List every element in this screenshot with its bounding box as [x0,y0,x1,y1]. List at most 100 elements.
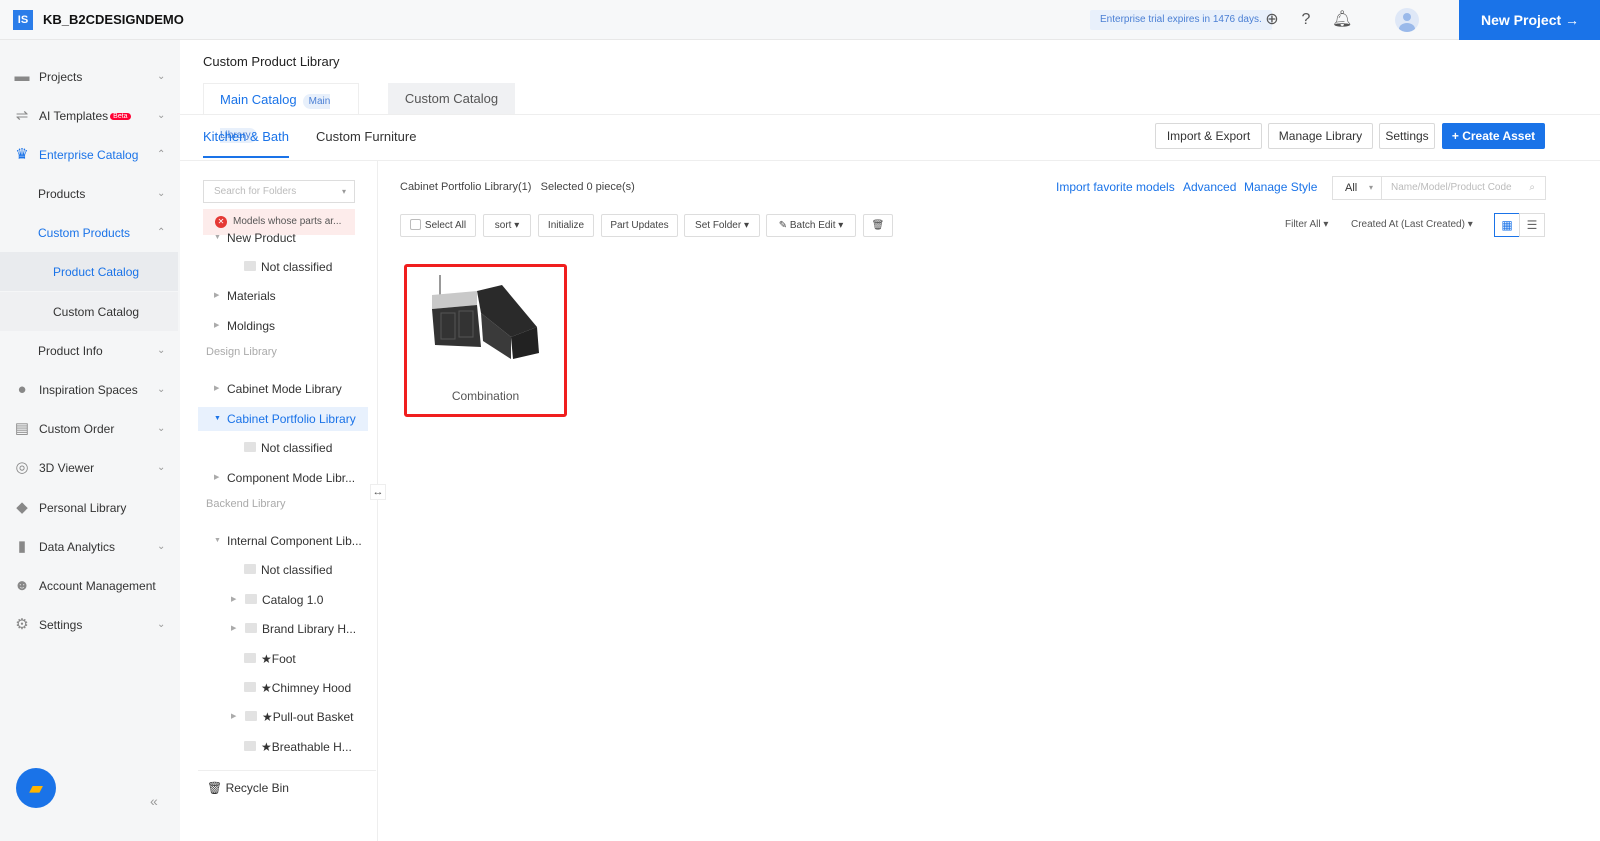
tree-folder[interactable]: ▶ Component Mode Libr... [198,466,368,490]
tree-folder[interactable]: ▶ Catalog 1.0 [198,588,368,612]
tree-folder[interactable]: Not classified [198,255,368,279]
expand-arrow-icon[interactable]: ▶ [231,617,236,641]
sidebar: ▬ Projects ⌄ ⇌ AI Templates Beta ⌄ ♛ Enterpris… [0,40,180,841]
expand-arrow-icon[interactable]: ▶ [214,314,219,338]
list-view-icon[interactable]: ☰ [1519,213,1545,237]
scope-select[interactable]: All ▾ [1332,176,1382,200]
user-icon: ☻ [14,576,30,594]
chat-button[interactable]: ▰ [16,768,56,808]
folder-icon [244,564,256,574]
subtab-custom-furniture[interactable]: Custom Furniture [316,129,416,144]
sidebar-item-projects[interactable]: ▬ Projects ⌄ [0,57,178,96]
tree-folder[interactable]: Not classified [198,558,368,582]
sidebar-item-personal-library[interactable]: ◆ Personal Library [0,488,178,527]
subtab-kitchen-bath[interactable]: Kitchen & Bath [203,129,289,158]
tree-folder[interactable]: ▼ Cabinet Portfolio Library [198,407,368,431]
sidebar-item-products[interactable]: Products ⌄ [0,174,178,213]
trial-badge: Enterprise trial expires in 1476 days. [1090,10,1272,30]
folder-icon [245,711,257,721]
sidebar-item-product-info[interactable]: Product Info ⌄ [0,331,178,370]
sidebar-item-product-catalog[interactable]: Product Catalog [0,252,178,291]
folder-icon [244,682,256,692]
sidebar-item-custom-products[interactable]: Custom Products ⌃ [0,213,178,252]
initialize-button[interactable]: Initialize [538,214,594,237]
sort-by-dropdown[interactable]: Created At (Last Created) ▾ [1351,219,1473,230]
sidebar-item-settings[interactable]: ⚙ Settings ⌄ [0,605,178,644]
sidebar-item-custom-order[interactable]: ▤ Custom Order ⌄ [0,409,178,448]
tree-folder[interactable]: ▶ Materials [198,284,368,308]
tree-folder[interactable]: ★Chimney Hood [198,676,368,700]
expand-arrow-icon[interactable]: ▶ [214,284,219,308]
tree-folder[interactable]: ★Foot [198,647,368,671]
import-favorite-link[interactable]: Import favorite models [1056,180,1175,194]
top-header: IS KB_B2CDESIGNDEMO Enterprise trial exp… [0,0,1600,40]
selected-count: Selected 0 piece(s) [540,181,635,193]
sort-button[interactable]: sort ▾ [483,214,531,237]
folder-icon [244,653,256,663]
import-export-button[interactable]: Import & Export [1155,123,1262,149]
tree-folder[interactable]: ▶ Moldings [198,314,368,338]
folder-icon [244,741,256,751]
tree-folder[interactable]: ▶ Brand Library H... [198,617,368,641]
sidebar-item-enterprise-catalog[interactable]: ♛ Enterprise Catalog ⌃ [0,135,178,174]
manage-library-button[interactable]: Manage Library [1268,123,1373,149]
filter-dropdown[interactable]: Filter All ▾ [1285,219,1328,230]
delete-button[interactable]: 🗑︎ [863,214,893,237]
sidebar-item-data-analytics[interactable]: ▮ Data Analytics ⌄ [0,527,178,566]
tree-section-label: Backend Library [198,492,368,516]
tree-label: New Product [227,231,296,245]
set-folder-button[interactable]: Set Folder ▾ [684,214,760,237]
product-name: Combination [451,389,520,403]
batch-edit-button[interactable]: ✎ Batch Edit ▾ [766,214,856,237]
sidebar-item-custom-catalog[interactable]: Custom Catalog [0,292,178,331]
expand-arrow-icon[interactable]: ▶ [231,705,236,729]
create-asset-button[interactable]: + Create Asset [1442,123,1545,149]
avatar[interactable] [1395,8,1419,32]
folder-search-input[interactable]: Search for Folders [203,180,355,203]
tree-folder[interactable]: ▶ Cabinet Mode Library [198,377,368,401]
tree-folder[interactable]: ★Breathable H... [198,735,368,759]
beta-badge: Beta [110,112,131,120]
product-card[interactable]: Combination [404,264,567,417]
gear-icon: ⚙ [15,615,29,633]
expand-arrow-icon[interactable]: ▼ [214,407,221,431]
sidebar-item-inspiration-spaces[interactable]: ● Inspiration Spaces ⌄ [0,370,178,409]
bell-icon[interactable]: 🔔︎ [1332,11,1352,29]
folder-icon [244,442,256,452]
product-search-input[interactable]: Name/Model/Product Code ⌕ [1381,176,1546,200]
settings-button[interactable]: Settings [1379,123,1435,149]
folder-icon: ▬ [14,67,30,85]
sidebar-item-3d-viewer[interactable]: ◎ 3D Viewer ⌄ [0,448,178,487]
tree-folder[interactable]: ▼ Internal Component Lib... [198,529,368,553]
new-project-button[interactable]: New Project → [1459,0,1600,40]
sidebar-item-account-management[interactable]: ☻ Account Management [0,566,178,605]
collapse-sidebar-icon[interactable]: « [150,793,158,809]
tree-label: Brand Library H... [262,622,357,636]
tree-folder[interactable]: ▶ ★Pull-out Basket [198,705,368,729]
sidebar-item-ai-templates[interactable]: ⇌ AI Templates Beta ⌄ [0,96,178,135]
divider [180,160,1600,161]
folder-icon [244,261,256,271]
expand-arrow-icon[interactable]: ▶ [214,377,219,401]
globe-icon[interactable]: ⊕ [1263,11,1281,29]
resize-handle[interactable]: ↔ [370,484,386,500]
tree-label: Not classified [261,563,333,577]
expand-arrow-icon[interactable]: ▶ [214,466,219,490]
part-updates-button[interactable]: Part Updates [601,214,678,237]
expand-arrow-icon[interactable]: ▼ [214,226,221,250]
tab-main-catalog[interactable]: Main Catalog Main Library [203,83,359,143]
expand-arrow-icon[interactable]: ▶ [231,588,236,612]
tree-folder[interactable]: ▼ New Product [198,226,368,250]
tab-custom-catalog[interactable]: Custom Catalog [388,83,515,115]
divider [180,114,1600,115]
advanced-link[interactable]: Advanced [1183,180,1236,194]
select-all-checkbox[interactable]: Select All [400,214,476,237]
grid-view-icon[interactable]: ▦ [1494,213,1520,237]
expand-arrow-icon[interactable]: ▼ [214,529,221,553]
recycle-bin[interactable]: 🗑︎ Recycle Bin [207,776,377,800]
page-title: Custom Product Library [203,54,340,69]
tree-folder[interactable]: Not classified [198,436,368,460]
help-icon[interactable]: ? [1297,11,1315,29]
manage-style-link[interactable]: Manage Style [1244,180,1317,194]
bulb-icon: ● [17,380,27,398]
